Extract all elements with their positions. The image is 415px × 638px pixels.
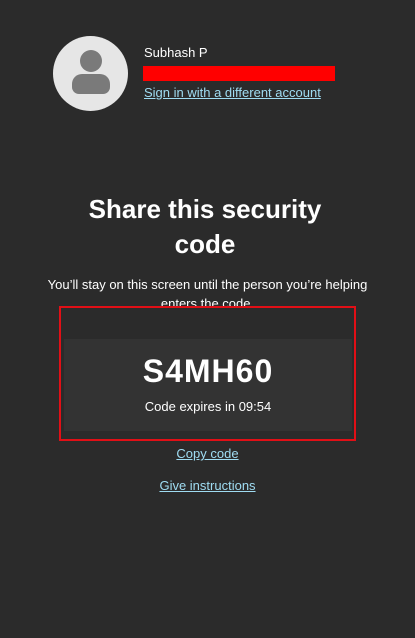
copy-code-link[interactable]: Copy code: [176, 446, 238, 461]
give-instructions-link-row: Give instructions: [0, 478, 415, 493]
security-code-panel: S4MH60 Code expires in 09:54: [64, 339, 352, 431]
account-name: Subhash P: [144, 45, 208, 60]
code-expiry-text: Code expires in 09:54: [144, 399, 272, 414]
security-code: S4MH60: [142, 353, 274, 389]
person-icon-head: [80, 50, 102, 72]
copy-code-link-row: Copy code: [0, 446, 415, 461]
email-redaction: [143, 66, 335, 81]
account-header: Subhash P Sign in with a different accou…: [53, 36, 393, 112]
avatar: [53, 36, 128, 111]
person-icon-shoulders: [72, 74, 110, 94]
page-description: You’ll stay on this screen until the per…: [47, 277, 368, 311]
page-title: Share this security code: [88, 194, 322, 259]
give-instructions-link[interactable]: Give instructions: [159, 478, 255, 493]
sign-in-different-account-link[interactable]: Sign in with a different account: [144, 85, 321, 100]
